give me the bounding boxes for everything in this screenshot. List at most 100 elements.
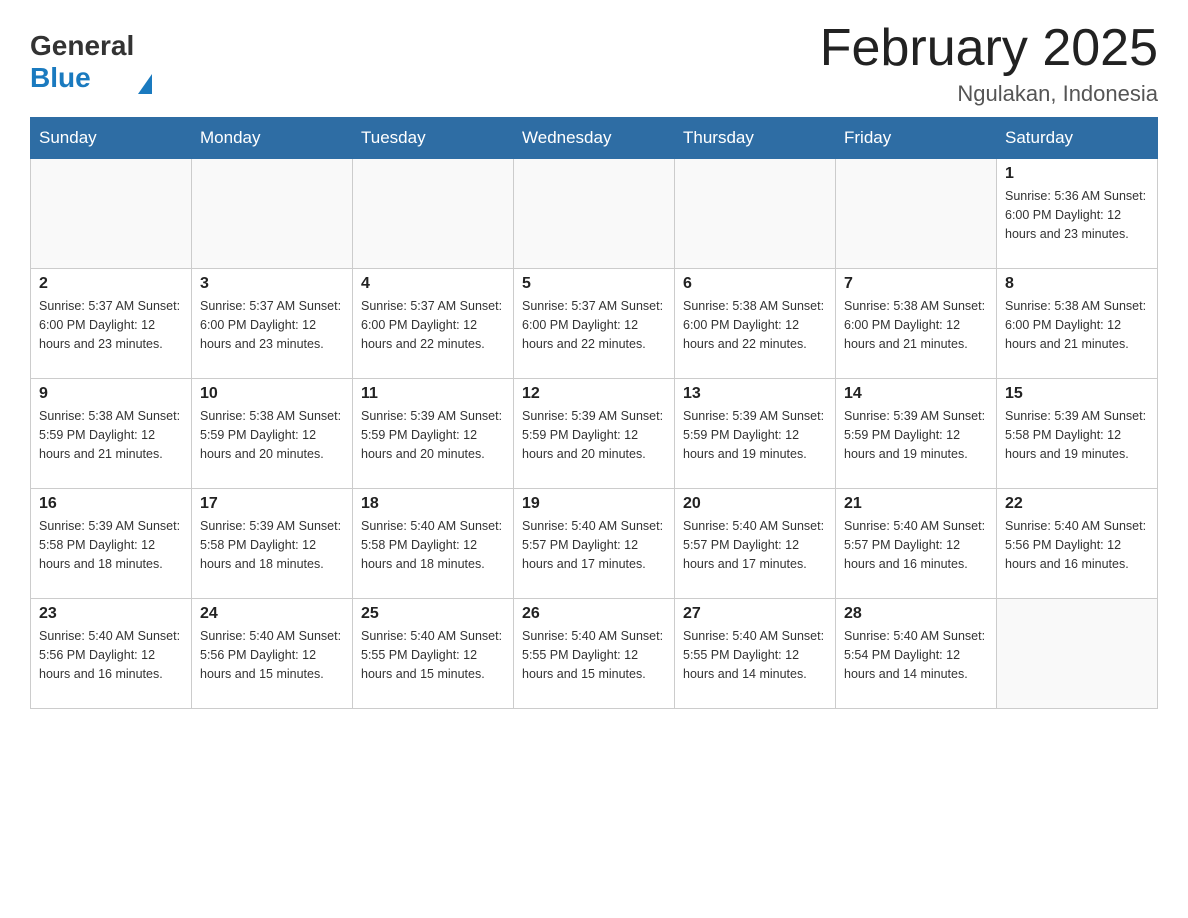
day-info: Sunrise: 5:39 AM Sunset: 5:59 PM Dayligh… [522, 407, 666, 463]
day-info: Sunrise: 5:40 AM Sunset: 5:54 PM Dayligh… [844, 627, 988, 683]
day-info: Sunrise: 5:40 AM Sunset: 5:55 PM Dayligh… [361, 627, 505, 683]
day-number: 3 [200, 275, 344, 293]
day-number: 26 [522, 605, 666, 623]
day-info: Sunrise: 5:39 AM Sunset: 5:58 PM Dayligh… [1005, 407, 1149, 463]
day-info: Sunrise: 5:40 AM Sunset: 5:56 PM Dayligh… [39, 627, 183, 683]
day-number: 25 [361, 605, 505, 623]
calendar-header-row: Sunday Monday Tuesday Wednesday Thursday… [31, 118, 1158, 159]
table-row: 26Sunrise: 5:40 AM Sunset: 5:55 PM Dayli… [514, 599, 675, 709]
day-number: 9 [39, 385, 183, 403]
calendar-week-row: 2 Sunrise: 5:37 AM Sunset: 6:00 PM Daylig… [31, 269, 1158, 379]
calendar-week-row: 1 Sunrise: 5:36 AM Sunset: 6:00 PM Daylig… [31, 159, 1158, 269]
day-number: 19 [522, 495, 666, 513]
logo: General Blue [30, 30, 152, 94]
day-number: 27 [683, 605, 827, 623]
day-number: 21 [844, 495, 988, 513]
calendar-week-row: 16 Sunrise: 5:39 AM Sunset: 5:58 PM Dayli… [31, 489, 1158, 599]
day-info: Sunrise: 5:40 AM Sunset: 5:57 PM Dayligh… [683, 517, 827, 573]
day-number: 20 [683, 495, 827, 513]
table-row: 4 Sunrise: 5:37 AM Sunset: 6:00 PM Daylig… [353, 269, 514, 379]
day-number: 24 [200, 605, 344, 623]
table-row [514, 159, 675, 269]
table-row: 12 Sunrise: 5:39 AM Sunset: 5:59 PM Dayli… [514, 379, 675, 489]
table-row: 19 Sunrise: 5:40 AM Sunset: 5:57 PM Dayli… [514, 489, 675, 599]
day-info: Sunrise: 5:37 AM Sunset: 6:00 PM Dayligh… [361, 297, 505, 353]
page-header: General Blue February 2025 Ngulakan, Ind… [30, 20, 1158, 107]
logo-general: General [30, 30, 134, 62]
table-row: 21Sunrise: 5:40 AM Sunset: 5:57 PM Dayli… [836, 489, 997, 599]
day-number: 11 [361, 385, 505, 403]
day-number: 1 [1005, 165, 1149, 183]
calendar-week-row: 9 Sunrise: 5:38 AM Sunset: 5:59 PM Daylig… [31, 379, 1158, 489]
day-info: Sunrise: 5:37 AM Sunset: 6:00 PM Dayligh… [39, 297, 183, 353]
table-row: 14 Sunrise: 5:39 AM Sunset: 5:59 PM Dayli… [836, 379, 997, 489]
day-number: 10 [200, 385, 344, 403]
table-row: 25 Sunrise: 5:40 AM Sunset: 5:55 PM Dayli… [353, 599, 514, 709]
table-row: 11 Sunrise: 5:39 AM Sunset: 5:59 PM Dayli… [353, 379, 514, 489]
table-row: 22Sunrise: 5:40 AM Sunset: 5:56 PM Dayli… [997, 489, 1158, 599]
day-info: Sunrise: 5:40 AM Sunset: 5:58 PM Dayligh… [361, 517, 505, 573]
col-friday: Friday [836, 118, 997, 159]
table-row: 8 Sunrise: 5:38 AM Sunset: 6:00 PM Daylig… [997, 269, 1158, 379]
day-info: Sunrise: 5:36 AM Sunset: 6:00 PM Dayligh… [1005, 187, 1149, 243]
day-number: 16 [39, 495, 183, 513]
table-row: 20 Sunrise: 5:40 AM Sunset: 5:57 PM Dayli… [675, 489, 836, 599]
day-info: Sunrise: 5:38 AM Sunset: 6:00 PM Dayligh… [683, 297, 827, 353]
calendar-subtitle: Ngulakan, Indonesia [820, 81, 1158, 107]
col-tuesday: Tuesday [353, 118, 514, 159]
table-row [192, 159, 353, 269]
day-number: 13 [683, 385, 827, 403]
table-row [31, 159, 192, 269]
table-row [836, 159, 997, 269]
day-number: 18 [361, 495, 505, 513]
table-row: 13 Sunrise: 5:39 AM Sunset: 5:59 PM Dayli… [675, 379, 836, 489]
day-info: Sunrise: 5:39 AM Sunset: 5:58 PM Dayligh… [200, 517, 344, 573]
table-row: 15 Sunrise: 5:39 AM Sunset: 5:58 PM Dayli… [997, 379, 1158, 489]
day-number: 15 [1005, 385, 1149, 403]
day-info: Sunrise: 5:39 AM Sunset: 5:59 PM Dayligh… [361, 407, 505, 463]
day-number: 17 [200, 495, 344, 513]
table-row: 2 Sunrise: 5:37 AM Sunset: 6:00 PM Daylig… [31, 269, 192, 379]
day-info: Sunrise: 5:38 AM Sunset: 6:00 PM Dayligh… [844, 297, 988, 353]
col-sunday: Sunday [31, 118, 192, 159]
day-number: 8 [1005, 275, 1149, 293]
col-thursday: Thursday [675, 118, 836, 159]
day-number: 28 [844, 605, 988, 623]
table-row: 24 Sunrise: 5:40 AM Sunset: 5:56 PM Dayli… [192, 599, 353, 709]
table-row: 17 Sunrise: 5:39 AM Sunset: 5:58 PM Dayli… [192, 489, 353, 599]
table-row [353, 159, 514, 269]
day-number: 7 [844, 275, 988, 293]
day-info: Sunrise: 5:38 AM Sunset: 5:59 PM Dayligh… [39, 407, 183, 463]
day-number: 14 [844, 385, 988, 403]
table-row: 1 Sunrise: 5:36 AM Sunset: 6:00 PM Daylig… [997, 159, 1158, 269]
table-row: 6 Sunrise: 5:38 AM Sunset: 6:00 PM Daylig… [675, 269, 836, 379]
table-row: 23Sunrise: 5:40 AM Sunset: 5:56 PM Dayli… [31, 599, 192, 709]
logo-triangle-icon [138, 74, 152, 94]
day-number: 22 [1005, 495, 1149, 513]
day-info: Sunrise: 5:40 AM Sunset: 5:57 PM Dayligh… [522, 517, 666, 573]
day-number: 12 [522, 385, 666, 403]
table-row: 5Sunrise: 5:37 AM Sunset: 6:00 PM Daylig… [514, 269, 675, 379]
table-row: 10 Sunrise: 5:38 AM Sunset: 5:59 PM Dayli… [192, 379, 353, 489]
day-info: Sunrise: 5:37 AM Sunset: 6:00 PM Dayligh… [522, 297, 666, 353]
calendar-table: Sunday Monday Tuesday Wednesday Thursday… [30, 117, 1158, 709]
col-wednesday: Wednesday [514, 118, 675, 159]
col-saturday: Saturday [997, 118, 1158, 159]
table-row: 9 Sunrise: 5:38 AM Sunset: 5:59 PM Daylig… [31, 379, 192, 489]
table-row [997, 599, 1158, 709]
day-info: Sunrise: 5:37 AM Sunset: 6:00 PM Dayligh… [200, 297, 344, 353]
day-info: Sunrise: 5:39 AM Sunset: 5:59 PM Dayligh… [844, 407, 988, 463]
day-info: Sunrise: 5:39 AM Sunset: 5:58 PM Dayligh… [39, 517, 183, 573]
col-monday: Monday [192, 118, 353, 159]
day-info: Sunrise: 5:40 AM Sunset: 5:55 PM Dayligh… [683, 627, 827, 683]
day-number: 2 [39, 275, 183, 293]
day-number: 6 [683, 275, 827, 293]
day-info: Sunrise: 5:38 AM Sunset: 6:00 PM Dayligh… [1005, 297, 1149, 353]
calendar-title: February 2025 [820, 20, 1158, 77]
day-info: Sunrise: 5:38 AM Sunset: 5:59 PM Dayligh… [200, 407, 344, 463]
day-info: Sunrise: 5:39 AM Sunset: 5:59 PM Dayligh… [683, 407, 827, 463]
table-row: 16 Sunrise: 5:39 AM Sunset: 5:58 PM Dayli… [31, 489, 192, 599]
table-row: 3 Sunrise: 5:37 AM Sunset: 6:00 PM Daylig… [192, 269, 353, 379]
day-number: 4 [361, 275, 505, 293]
day-info: Sunrise: 5:40 AM Sunset: 5:56 PM Dayligh… [200, 627, 344, 683]
